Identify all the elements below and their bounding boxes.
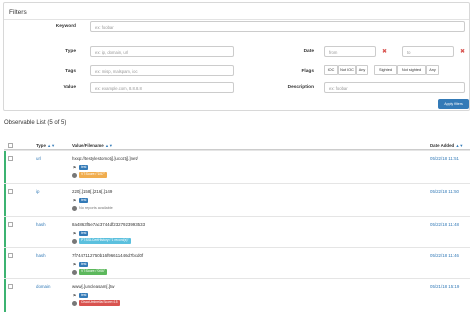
tag-badge[interactable]: test <box>79 292 89 298</box>
row-checkbox[interactable] <box>8 284 13 289</box>
table-row[interactable]: hash 8a4863f5e7ac3744df2327923993533 ⚑ t… <box>4 216 470 247</box>
row-analyzer: VT:Score="1/67" <box>72 172 108 178</box>
tag-icon: ⚑ <box>72 292 77 298</box>
tags-input[interactable]: ex: misp, malspam, ioc <box>90 65 234 76</box>
row-checkbox[interactable] <box>8 222 13 227</box>
type-label: Type <box>65 49 76 54</box>
keyword-label: Keyword <box>55 24 76 29</box>
analyzer-badge: CiscoUmbrella:Score=15 <box>79 300 120 306</box>
value-column-header[interactable]: Value/Filename ▲▼ <box>72 143 113 148</box>
filters-divider <box>4 19 469 20</box>
sort-icon: ▲▼ <box>455 143 464 148</box>
filters-panel: Filters Keyword ex: foobar Type ex: ip, … <box>3 2 470 111</box>
analyzer-badge: VT:Score="0/66" <box>79 269 108 275</box>
flag-ioc-button[interactable]: IOC <box>324 65 338 75</box>
apply-filters-button[interactable]: Apply filters <box>438 99 469 109</box>
row-tags: ⚑ test <box>72 230 89 236</box>
row-type-link[interactable]: ip <box>36 189 39 194</box>
flag-sighted-button[interactable]: Sighted <box>374 65 397 75</box>
info-icon <box>72 172 77 178</box>
type-input[interactable]: ex: ip, domain, url <box>90 46 234 57</box>
flag-not-sighted-button[interactable]: Not sighted <box>397 65 426 75</box>
flag-ioc-any-button[interactable]: Any <box>356 65 368 75</box>
flags-label: Flags <box>301 69 314 74</box>
description-label: Description <box>287 85 314 90</box>
table-row[interactable]: hash 7f7447112750b16f96611446d7bcd0f ⚑ t… <box>4 247 470 278</box>
row-value: 8a4863f5e7ac3744df2327923993533 <box>72 222 146 227</box>
info-icon <box>72 205 77 211</box>
type-column-header[interactable]: Type ▲▼ <box>36 143 55 148</box>
tag-badge[interactable]: test <box>79 230 89 236</box>
analyzer-text: No reports available <box>79 206 113 210</box>
row-type-link[interactable]: url <box>36 156 41 161</box>
row-value: www[.]uncleasam[.]tw <box>72 284 115 289</box>
tag-badge[interactable]: test <box>79 197 89 203</box>
row-date-link[interactable]: 05/22/18 11:46 <box>430 253 459 258</box>
row-analyzer: CiscoUmbrella:Score=15 <box>72 300 120 306</box>
row-status-bar <box>4 248 6 278</box>
row-tags: ⚑ test <box>72 197 89 203</box>
row-checkbox[interactable] <box>8 156 13 161</box>
row-status-bar <box>4 151 6 183</box>
select-all-checkbox[interactable] <box>8 143 13 148</box>
tags-label: Tags <box>65 69 76 74</box>
description-input[interactable]: ex: foobar <box>324 82 465 93</box>
row-analyzer: VT:Score="0/66" <box>72 269 108 275</box>
date-to-input[interactable]: to <box>402 46 454 57</box>
flag-not-ioc-button[interactable]: Not IOC <box>338 65 356 75</box>
row-status-bar <box>4 184 6 216</box>
info-icon <box>72 300 77 306</box>
row-value: 7f7447112750b16f96611446d7bcd0f <box>72 253 144 258</box>
flag-sighted-any-button[interactable]: Any <box>426 65 439 75</box>
keyword-input[interactable]: ex: foobar <box>90 21 465 32</box>
table-row[interactable]: domain www[.]uncleasam[.]tw ⚑ test Cisco… <box>4 278 470 312</box>
row-tags: ⚑ test <box>72 292 89 298</box>
info-icon <box>72 238 77 244</box>
sort-icon: ▲▼ <box>104 143 113 148</box>
analyzer-badge: PT:SSLCertHistory="1 record(s)" <box>79 238 131 244</box>
table-row[interactable]: ip 220[.]158[.]216[.]149 ⚑ test No repor… <box>4 183 470 216</box>
observable-list-title: Observable List (5 of 5) <box>4 120 67 126</box>
filters-title: Filters <box>9 9 27 16</box>
row-date-link[interactable]: 05/22/18 11:50 <box>430 189 459 194</box>
row-value: 220[.]158[.]216[.]149 <box>72 189 113 194</box>
row-type-link[interactable]: hash <box>36 222 46 227</box>
row-date-link[interactable]: 05/22/18 11:51 <box>430 156 459 161</box>
tag-badge[interactable]: test <box>79 261 89 267</box>
row-date-link[interactable]: 05/21/18 15:19 <box>430 284 459 289</box>
row-checkbox[interactable] <box>8 253 13 258</box>
row-status-bar <box>4 279 6 312</box>
tag-icon: ⚑ <box>72 164 77 170</box>
date-label: Date <box>303 49 314 54</box>
row-analyzer: No reports available <box>72 205 113 211</box>
date-column-header[interactable]: Date Added ▲▼ <box>430 143 463 148</box>
date-from-input[interactable]: from <box>324 46 376 57</box>
date-column-label: Date Added <box>430 143 455 148</box>
tag-icon: ⚑ <box>72 230 77 236</box>
type-column-label: Type <box>36 143 46 148</box>
sort-icon: ▲▼ <box>47 143 56 148</box>
analyzer-badge: VT:Score="1/67" <box>79 172 108 178</box>
clear-date-from-icon[interactable]: ✖ <box>380 47 389 57</box>
table-row[interactable]: url hxxp://testylestomotj[.]ucoztj[.]net… <box>4 150 470 183</box>
tag-icon: ⚑ <box>72 261 77 267</box>
row-analyzer: PT:SSLCertHistory="1 record(s)" <box>72 238 131 244</box>
row-date-link[interactable]: 05/22/18 11:48 <box>430 222 459 227</box>
value-column-label: Value/Filename <box>72 143 104 148</box>
value-label: Value <box>63 85 76 90</box>
row-tags: ⚑ test <box>72 164 89 170</box>
tag-icon: ⚑ <box>72 197 77 203</box>
row-checkbox[interactable] <box>8 189 13 194</box>
value-input[interactable]: ex: example.com, 8.8.8.8 <box>90 82 234 93</box>
row-status-bar <box>4 217 6 247</box>
row-type-link[interactable]: domain <box>36 284 50 289</box>
row-type-link[interactable]: hash <box>36 253 46 258</box>
clear-date-to-icon[interactable]: ✖ <box>458 47 467 57</box>
info-icon <box>72 269 77 275</box>
row-value: hxxp://testylestomotj[.]ucoztj[.]net/ <box>72 156 138 161</box>
tag-badge[interactable]: test <box>79 164 89 170</box>
row-tags: ⚑ test <box>72 261 89 267</box>
